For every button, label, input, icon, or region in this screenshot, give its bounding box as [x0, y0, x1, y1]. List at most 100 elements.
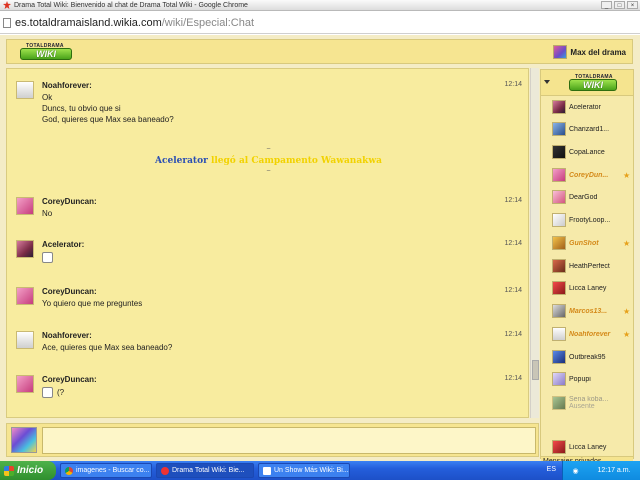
my-avatar [11, 427, 37, 453]
scrollbar-thumb[interactable] [532, 360, 539, 380]
wiki-logo[interactable]: TOTALDRAMA WIKI [20, 43, 72, 61]
user-list-item[interactable]: DearGod [552, 188, 632, 206]
user-list-item[interactable]: Licca Laney [552, 279, 632, 297]
message-username[interactable]: CoreyDuncan: [42, 375, 97, 384]
avatar [16, 81, 34, 99]
user-name: DearGod [569, 193, 598, 201]
alert-tilde: ~ [266, 146, 271, 153]
avatar [552, 304, 566, 318]
collapse-arrow-icon[interactable] [544, 80, 550, 84]
user-avatar [553, 45, 568, 59]
avatar [552, 145, 566, 159]
message-list[interactable]: Noahforever: 12:14 Ok Duncs, tu obvio qu… [6, 68, 529, 418]
user-list-item[interactable]: FrootyLoop... [552, 211, 632, 229]
chat-message: Noahforever: 12:14 Ok Duncs, tu obvio qu… [16, 81, 522, 125]
window-title-bar: Drama Total Wiki: Bienvenido al chat de … [0, 0, 640, 11]
user-list-item[interactable]: GunShot ★ [552, 234, 632, 252]
moderator-star-icon: ★ [623, 170, 631, 180]
url-text[interactable]: es.totaldramaisland.wikia.com/wiki/Espec… [15, 17, 254, 29]
chat-message: CoreyDuncan: 12:14 Yo quiero que me preg… [16, 287, 522, 309]
user-list-item[interactable]: Marcos13... ★ [552, 302, 632, 320]
page-icon [3, 17, 11, 28]
minimize-button[interactable]: _ [601, 1, 612, 9]
user-list-item[interactable]: Noahforever ★ [552, 325, 632, 343]
user-name: FrootyLoop... [569, 216, 611, 224]
user-list-item[interactable]: Acelerator [552, 98, 632, 116]
avatar [552, 327, 566, 341]
private-user-item[interactable]: Licca Laney [552, 438, 632, 456]
chat-message: CoreyDuncan: 12:14 No [16, 197, 522, 219]
message-username[interactable]: Noahforever: [42, 331, 92, 340]
url-host: es.totaldramaisland.wikia.com [15, 16, 162, 29]
user-name: Marcos13... [569, 307, 608, 315]
avatar [552, 236, 566, 250]
message-text: Ace, quieres que Max sea baneado? [42, 343, 173, 352]
user-name: Noahforever [569, 330, 611, 338]
avatar [16, 375, 34, 393]
user-list-item[interactable]: Popupi [552, 370, 632, 388]
header-user[interactable]: Max del drama [553, 45, 626, 59]
avatar [552, 168, 566, 182]
message-text: Ok [42, 93, 53, 102]
logo-main-text: WIKI [20, 48, 72, 60]
avatar [16, 197, 34, 215]
address-bar[interactable]: es.totaldramaisland.wikia.com/wiki/Espec… [0, 12, 640, 34]
user-name: Acelerator [569, 103, 601, 111]
taskbar-item[interactable]: imagenes - Buscar co... [60, 463, 152, 478]
avatar [552, 372, 566, 386]
alert-username: Acelerator [155, 156, 208, 166]
user-list-header[interactable]: TOTALDRAMA WIKI [541, 70, 633, 96]
message-username[interactable]: Acelerator: [42, 240, 84, 249]
taskbar: Inicio imagenes - Buscar co... Drama Tot… [0, 461, 640, 480]
language-indicator[interactable]: ES [547, 466, 556, 473]
avatar [16, 331, 34, 349]
alert-tilde: ~ [266, 168, 271, 175]
user-list-item-away[interactable]: Sena koba... Ausente [552, 392, 632, 414]
window-title: Drama Total Wiki: Bienvenido al chat de … [14, 1, 248, 9]
user-name: GunShot [569, 239, 599, 247]
user-name: Licca Laney [569, 284, 607, 292]
system-tray: ◉ 12:17 a.m. [562, 461, 640, 480]
message-input[interactable] [42, 427, 536, 454]
user-list-item[interactable]: Charizard1... [552, 120, 632, 138]
moderator-star-icon: ★ [623, 329, 631, 339]
chrome-icon [65, 466, 73, 475]
maximize-button[interactable]: □ [614, 1, 625, 9]
tray-icon[interactable]: ◉ [572, 467, 578, 475]
user-list-item[interactable]: CoreyDun... ★ [552, 166, 632, 184]
moderator-star-icon: ★ [623, 306, 631, 316]
close-button[interactable]: × [627, 1, 638, 9]
chat-message: Noahforever: 12:14 Ace, quieres que Max … [16, 331, 522, 353]
chat-message: CoreyDuncan: 12:14 (? [16, 375, 522, 399]
user-name: Charizard1... [569, 125, 610, 133]
task-label: Un Show Más Wiki: Bi... [274, 467, 349, 474]
avatar [552, 213, 566, 227]
user-list-item[interactable]: HeathPerfect [552, 257, 632, 275]
avatar [552, 440, 566, 454]
message-text: No [42, 209, 53, 218]
taskbar-item-active[interactable]: Drama Total Wiki: Bie... [156, 463, 254, 478]
user-list-item[interactable]: CopaLance [552, 143, 632, 161]
moderator-star-icon: ★ [623, 238, 631, 248]
message-scrollbar[interactable] [530, 68, 539, 418]
message-text: God, quieres que Max sea baneado? [42, 115, 174, 124]
message-time: 12:14 [504, 287, 522, 294]
taskbar-item[interactable]: Un Show Más Wiki: Bi... [258, 463, 350, 478]
user-name: HeathPerfect [569, 262, 610, 270]
user-list-item[interactable]: Outbreak95 [552, 348, 632, 366]
message-username[interactable]: CoreyDuncan: [42, 287, 97, 296]
message-text: (? [57, 388, 65, 397]
message-username[interactable]: CoreyDuncan: [42, 197, 97, 206]
start-button[interactable]: Inicio [0, 461, 56, 480]
message-time: 12:14 [504, 240, 522, 247]
clock[interactable]: 12:17 a.m. [597, 467, 630, 474]
message-username[interactable]: Noahforever: [42, 81, 92, 90]
emoticon-icon [42, 387, 53, 398]
url-path: /wiki/Especial:Chat [161, 16, 255, 29]
user-name: CoreyDun... [569, 171, 609, 179]
avatar [552, 281, 566, 295]
user-name: Popupi [569, 375, 591, 383]
logo-main-text: WIKI [569, 79, 617, 91]
avatar [552, 259, 566, 273]
user-name: CopaLance [569, 148, 605, 156]
